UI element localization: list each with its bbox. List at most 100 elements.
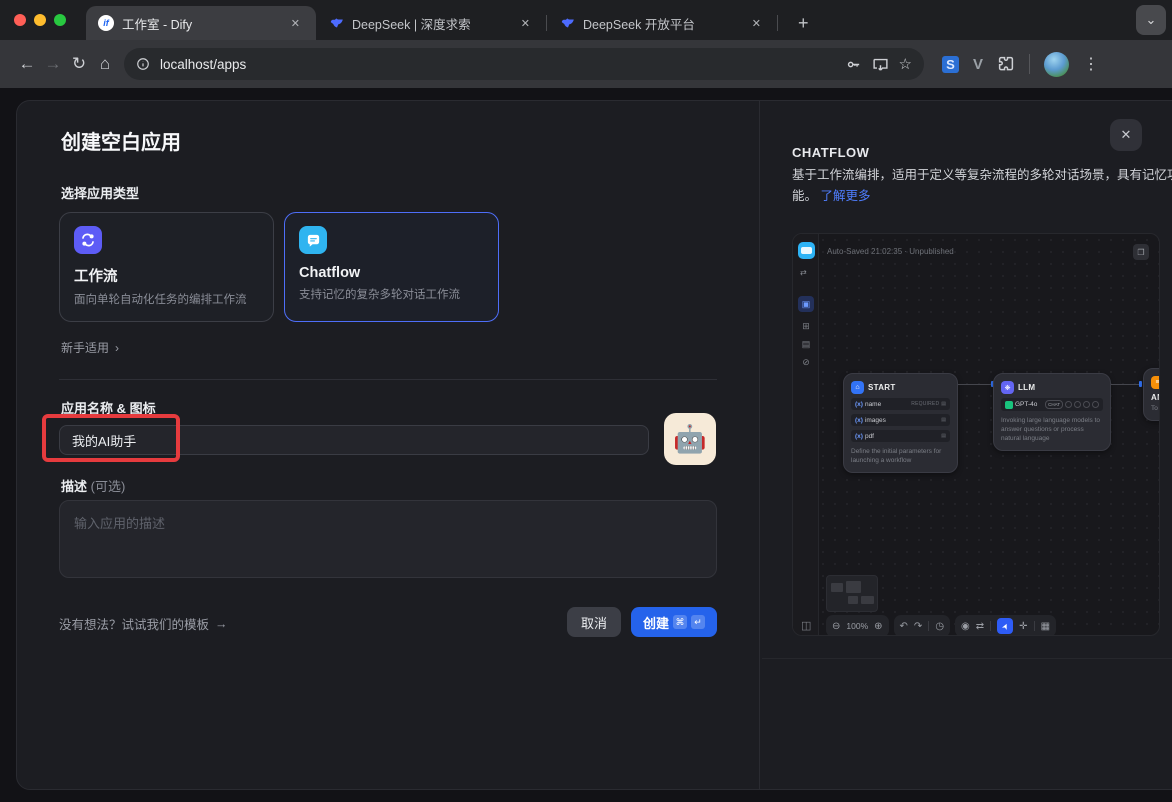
tab-dify[interactable]: if 工作室 - Dify ✕ <box>86 6 316 40</box>
card-description: 支持记忆的复杂多轮对话工作流 <box>299 286 484 302</box>
save-to-device-icon[interactable] <box>872 56 889 73</box>
browser-toolbar: ← → ↻ ⌂ localhost/apps ☆ S V ⋮ <box>0 40 1172 88</box>
create-app-form: 创建空白应用 选择应用类型 工作流 面向单轮自动化任务的编排工作流 <box>17 101 759 789</box>
minimize-window-button[interactable] <box>34 14 46 26</box>
learn-more-link[interactable]: 了解更多 <box>820 189 870 203</box>
home-icon[interactable]: ⌂ <box>92 54 118 74</box>
section-divider <box>59 379 717 380</box>
gpt4o-model-icon <box>1005 401 1013 409</box>
chatflow-icon <box>299 226 327 254</box>
field-type-icon: ▤ <box>941 433 946 439</box>
tab-close-icon[interactable]: ✕ <box>517 15 534 32</box>
capability-icon <box>1074 401 1081 408</box>
dify-page: 创建空白应用 选择应用类型 工作流 面向单轮自动化任务的编排工作流 <box>0 88 1172 802</box>
run-icon[interactable]: ◉ <box>961 621 970 632</box>
address-bar[interactable]: localhost/apps ☆ <box>124 48 924 80</box>
app-robot-icon <box>798 242 815 259</box>
extension-s-icon[interactable]: S <box>942 56 959 73</box>
start-node-icon: ⌂ <box>851 381 864 394</box>
cancel-button[interactable]: 取消 <box>567 607 621 637</box>
panel-description: 基于工作流编排，适用于定义等复杂流程的多轮对话场景，具有记忆功能。 了解更多 <box>792 165 1172 207</box>
history-icon[interactable]: ◷ <box>935 621 944 632</box>
rail-checklist-icon[interactable]: ⊘ <box>798 354 814 370</box>
llm-node[interactable]: ❋ LLM GPT-4o CHAT <box>993 373 1111 451</box>
answer-node[interactable]: ≡ ANSWER To en <box>1143 368 1160 421</box>
undo-icon[interactable]: ↶ <box>900 621 908 632</box>
card-title: 工作流 <box>74 265 259 286</box>
rail-log-icon[interactable]: ▤ <box>798 336 814 352</box>
start-node-description: Define the initial parameters for launch… <box>851 447 950 465</box>
create-button[interactable]: 创建 ⌘ ↵ <box>631 607 717 637</box>
new-tab-button[interactable]: + <box>792 12 815 34</box>
beginner-friendly-link[interactable]: 新手适用 › <box>61 339 119 356</box>
field-type-icon: ▤ <box>941 401 946 407</box>
back-icon[interactable]: ← <box>14 54 40 74</box>
bookmark-star-icon[interactable]: ☆ <box>899 55 912 73</box>
card-title: Chatflow <box>299 265 484 281</box>
password-key-icon[interactable] <box>845 56 862 73</box>
minimap-toggle-icon[interactable]: ◫ <box>801 619 811 632</box>
arrow-right-icon: → <box>215 617 228 631</box>
start-field-pdf: (x) pdf ▤ <box>851 430 950 442</box>
tab-title: DeepSeek 开放平台 <box>583 14 740 33</box>
tab-deepseek-platform[interactable]: DeepSeek 开放平台 ✕ <box>547 6 777 40</box>
app-type-card-chatflow[interactable]: Chatflow 支持记忆的复杂多轮对话工作流 <box>284 212 499 322</box>
toolbar-divider <box>1029 54 1030 74</box>
llm-model-row: GPT-4o CHAT <box>1001 398 1103 411</box>
preview-expand-icon[interactable]: ❐ <box>1133 244 1149 260</box>
cmd-key-icon: ⌘ <box>673 615 687 629</box>
answer-input-port <box>1139 381 1142 387</box>
reload-icon[interactable]: ↻ <box>66 54 92 74</box>
dify-favicon: if <box>98 15 114 31</box>
autosave-status: Auto-Saved 21:02:35 · Unpublished <box>827 247 954 256</box>
zoom-level[interactable]: 100% <box>846 621 868 631</box>
llm-node-description: Invoking large language models to answer… <box>1001 416 1103 443</box>
tab-deepseek-chat[interactable]: DeepSeek | 深度求索 ✕ <box>316 6 546 40</box>
close-window-button[interactable] <box>14 14 26 26</box>
tab-search-chevron-button[interactable]: ⌄ <box>1136 5 1166 35</box>
app-description-textarea[interactable] <box>59 500 717 578</box>
pointer-mode-icon[interactable]: ➤ <box>997 618 1013 634</box>
window-controls <box>14 14 66 26</box>
redo-icon[interactable]: ↷ <box>914 621 922 632</box>
workflow-preview: ⇄ ▣ ⊞ ▤ ⊘ Auto-Saved 21:02:35 · Unpublis… <box>792 233 1160 636</box>
description-section-label: 描述 (可选) <box>61 476 125 495</box>
extension-v-icon[interactable]: V <box>973 56 983 73</box>
hand-mode-icon[interactable]: ✛ <box>1019 621 1027 632</box>
rail-blocks-icon[interactable]: ▣ <box>798 296 814 312</box>
chatflow-info-panel: ✕ CHATFLOW 基于工作流编排，适用于定义等复杂流程的多轮对话场景，具有记… <box>759 101 1172 789</box>
tab-close-icon[interactable]: ✕ <box>287 15 304 32</box>
switch-icon: ⇄ <box>800 268 807 277</box>
tab-close-icon[interactable]: ✕ <box>748 15 765 32</box>
preview-toolbar: ⊖ 100% ⊕ ↶ ↷ ◷ ◉ ⇄ <box>826 615 1056 636</box>
deepseek-favicon <box>559 15 575 31</box>
preview-minimap[interactable] <box>826 575 878 612</box>
url-text: localhost/apps <box>160 57 835 72</box>
templates-link[interactable]: 没有想法？试试我们的模板 → <box>59 614 228 633</box>
tab-title: 工作室 - Dify <box>122 14 279 33</box>
zoom-in-icon[interactable]: ⊕ <box>874 621 882 632</box>
browser-menu-icon[interactable]: ⋮ <box>1083 54 1099 74</box>
modal-title: 创建空白应用 <box>61 126 181 155</box>
zoom-out-icon[interactable]: ⊖ <box>832 621 840 632</box>
deepseek-favicon <box>328 15 344 31</box>
auto-layout-icon[interactable]: ▦ <box>1041 621 1050 632</box>
extensions-puzzle-icon[interactable] <box>997 55 1015 73</box>
app-name-input[interactable] <box>59 425 649 455</box>
maximize-window-button[interactable] <box>54 14 66 26</box>
loop-icon[interactable]: ⇄ <box>976 621 984 632</box>
app-type-section-label: 选择应用类型 <box>61 183 139 202</box>
app-icon-picker[interactable]: 🤖 <box>664 413 716 465</box>
rail-run-icon[interactable]: ⊞ <box>798 318 814 334</box>
robot-emoji-icon: 🤖 <box>673 423 707 455</box>
app-type-card-workflow[interactable]: 工作流 面向单轮自动化任务的编排工作流 <box>59 212 274 322</box>
start-node[interactable]: ⌂ START (x) name REQUIRED ▤ (x) ima <box>843 373 958 473</box>
forward-icon[interactable]: → <box>40 54 66 74</box>
site-info-icon[interactable] <box>136 57 150 71</box>
answer-node-icon: ≡ <box>1151 376 1160 389</box>
tab-title: DeepSeek | 深度求索 <box>352 14 509 33</box>
profile-avatar[interactable] <box>1044 52 1069 77</box>
chevron-right-icon: › <box>115 341 119 355</box>
close-panel-button[interactable]: ✕ <box>1110 119 1142 151</box>
tab-divider <box>777 15 778 31</box>
